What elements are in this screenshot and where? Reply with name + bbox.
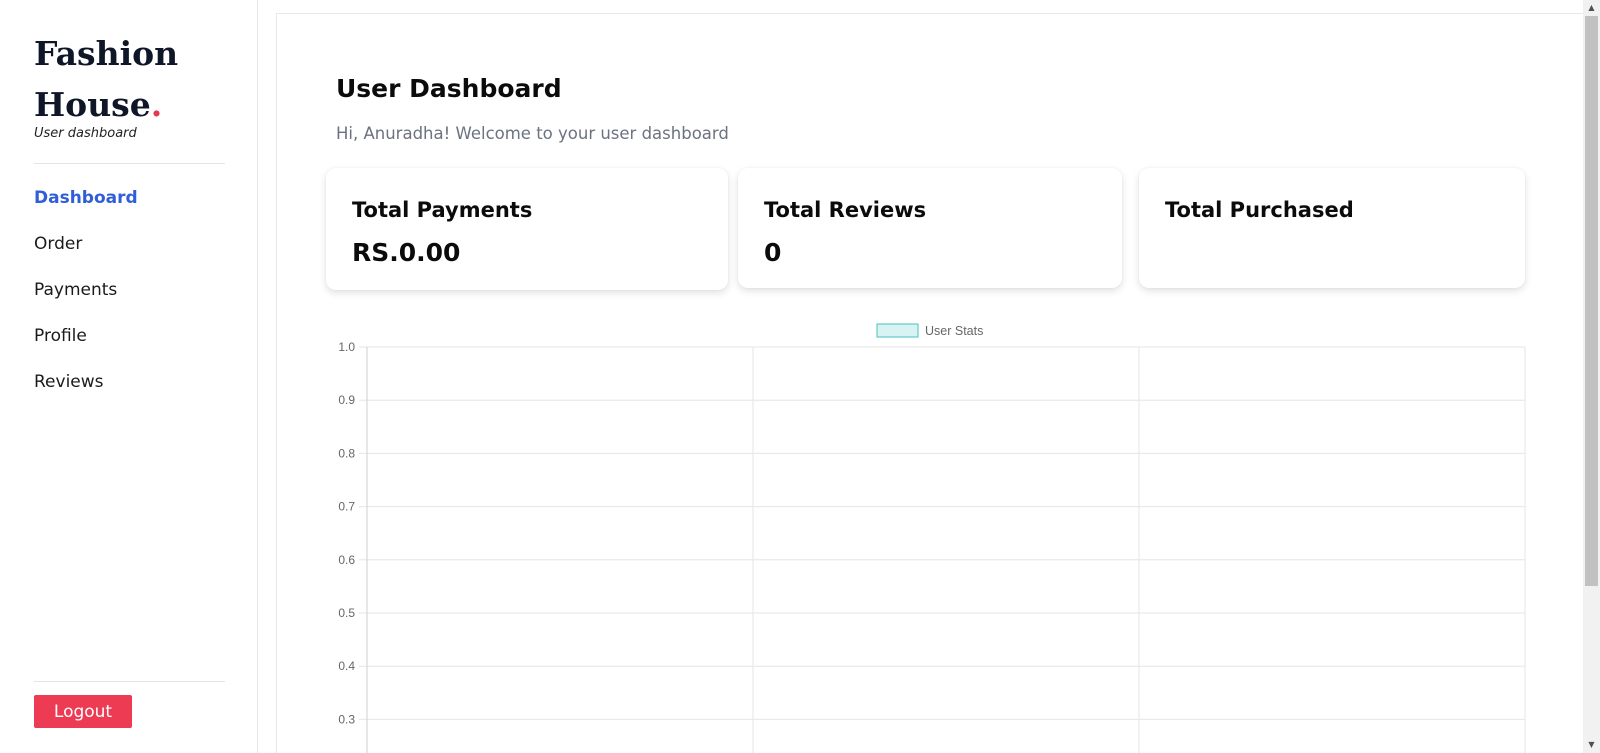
scroll-down-arrow-icon[interactable]: ▼ [1583,737,1600,753]
user-stats-chart: 1.0 0.9 0.8 0.7 0.6 0.5 0.4 0.3 User Stats [338,323,1526,753]
brand-line-1: Fashion [34,34,179,73]
sidebar-nav: Dashboard Order Payments Profile Reviews [34,178,138,408]
brand-subtitle: User dashboard [34,126,137,141]
y-tick-label: 0.4 [338,659,355,673]
scroll-up-arrow-icon[interactable]: ▲ [1583,0,1600,16]
sidebar-item-order[interactable]: Order [34,224,138,270]
y-tick-label: 0.3 [338,712,355,726]
sidebar-item-reviews[interactable]: Reviews [34,362,138,408]
sidebar-divider-bottom [34,681,225,682]
logout-button[interactable]: Logout [34,695,132,728]
legend-swatch [876,323,919,338]
sidebar: Fashion House. User dashboard Dashboard … [0,0,258,753]
scrollbar-thumb[interactable] [1585,16,1598,586]
brand-line-2: House [34,85,151,124]
vertical-scrollbar[interactable]: ▲ ▼ [1583,0,1600,753]
brand-logo[interactable]: Fashion House. [34,28,178,130]
sidebar-item-payments[interactable]: Payments [34,270,138,316]
sidebar-item-profile[interactable]: Profile [34,316,138,362]
sidebar-divider-top [34,163,225,164]
main-panel: User Dashboard Hi, Anuradha! Welcome to … [276,13,1584,753]
app-root: Fashion House. User dashboard Dashboard … [0,0,1600,753]
y-tick-label: 0.7 [338,500,355,514]
legend-label: User Stats [925,324,983,338]
y-tick-label: 0.6 [338,553,355,567]
y-tick-label: 0.9 [338,393,355,407]
y-tick-label: 0.8 [338,446,355,460]
y-tick-label: 0.5 [338,606,355,620]
brand-dot: . [150,85,163,124]
sidebar-item-dashboard[interactable]: Dashboard [34,178,138,224]
y-tick-label: 1.0 [338,340,355,354]
